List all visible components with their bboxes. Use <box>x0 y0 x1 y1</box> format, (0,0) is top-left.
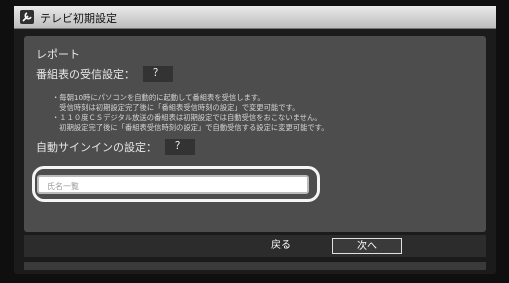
epg-setting-value[interactable]: ？ <box>143 66 173 82</box>
epg-setting-label: 番組表の受信設定： <box>36 68 135 81</box>
window-title: テレビ初期設定 <box>40 12 117 25</box>
wrench-icon <box>20 10 34 24</box>
next-button[interactable]: 次へ <box>332 238 402 254</box>
bottom-bar <box>24 262 486 270</box>
auto-signin-row: 自動サインインの設定： ？ <box>36 139 195 155</box>
epg-setting-row: 番組表の受信設定： ？ <box>36 66 173 82</box>
name-field[interactable]: 氏名一覧 <box>37 175 309 194</box>
settings-panel: レポート 番組表の受信設定： ？ ・毎朝10時にパソコンを自動的に起動して番組表… <box>24 36 486 232</box>
footer-bar: 戻る 次へ <box>24 235 486 257</box>
auto-signin-label: 自動サインインの設定： <box>36 141 157 154</box>
note-line: 初期設定完了後に「番組表受信時刻の設定」で自動受信する設定に変更可能です。 <box>52 123 329 132</box>
epg-notes: ・毎朝10時にパソコンを自動的に起動して番組表を受信します。 受信時刻は初期設定… <box>52 93 329 133</box>
note-line: ・毎朝10時にパソコンを自動的に起動して番組表を受信します。 <box>52 93 265 102</box>
note-line: ・１１０度ＣＳデジタル放送の番組表は初期設定では自動受信をおこないません。 <box>52 113 322 122</box>
setup-window: テレビ初期設定 レポート 番組表の受信設定： ？ ・毎朝10時にパソコンを自動的… <box>14 6 496 274</box>
note-line: 受信時刻は初期設定完了後に「番組表受信時刻の設定」で変更可能です。 <box>52 103 300 112</box>
back-button[interactable]: 戻る <box>256 238 306 254</box>
title-bar: テレビ初期設定 <box>14 6 496 29</box>
auto-signin-value[interactable]: ？ <box>165 139 195 155</box>
section-label: レポート <box>36 48 80 61</box>
